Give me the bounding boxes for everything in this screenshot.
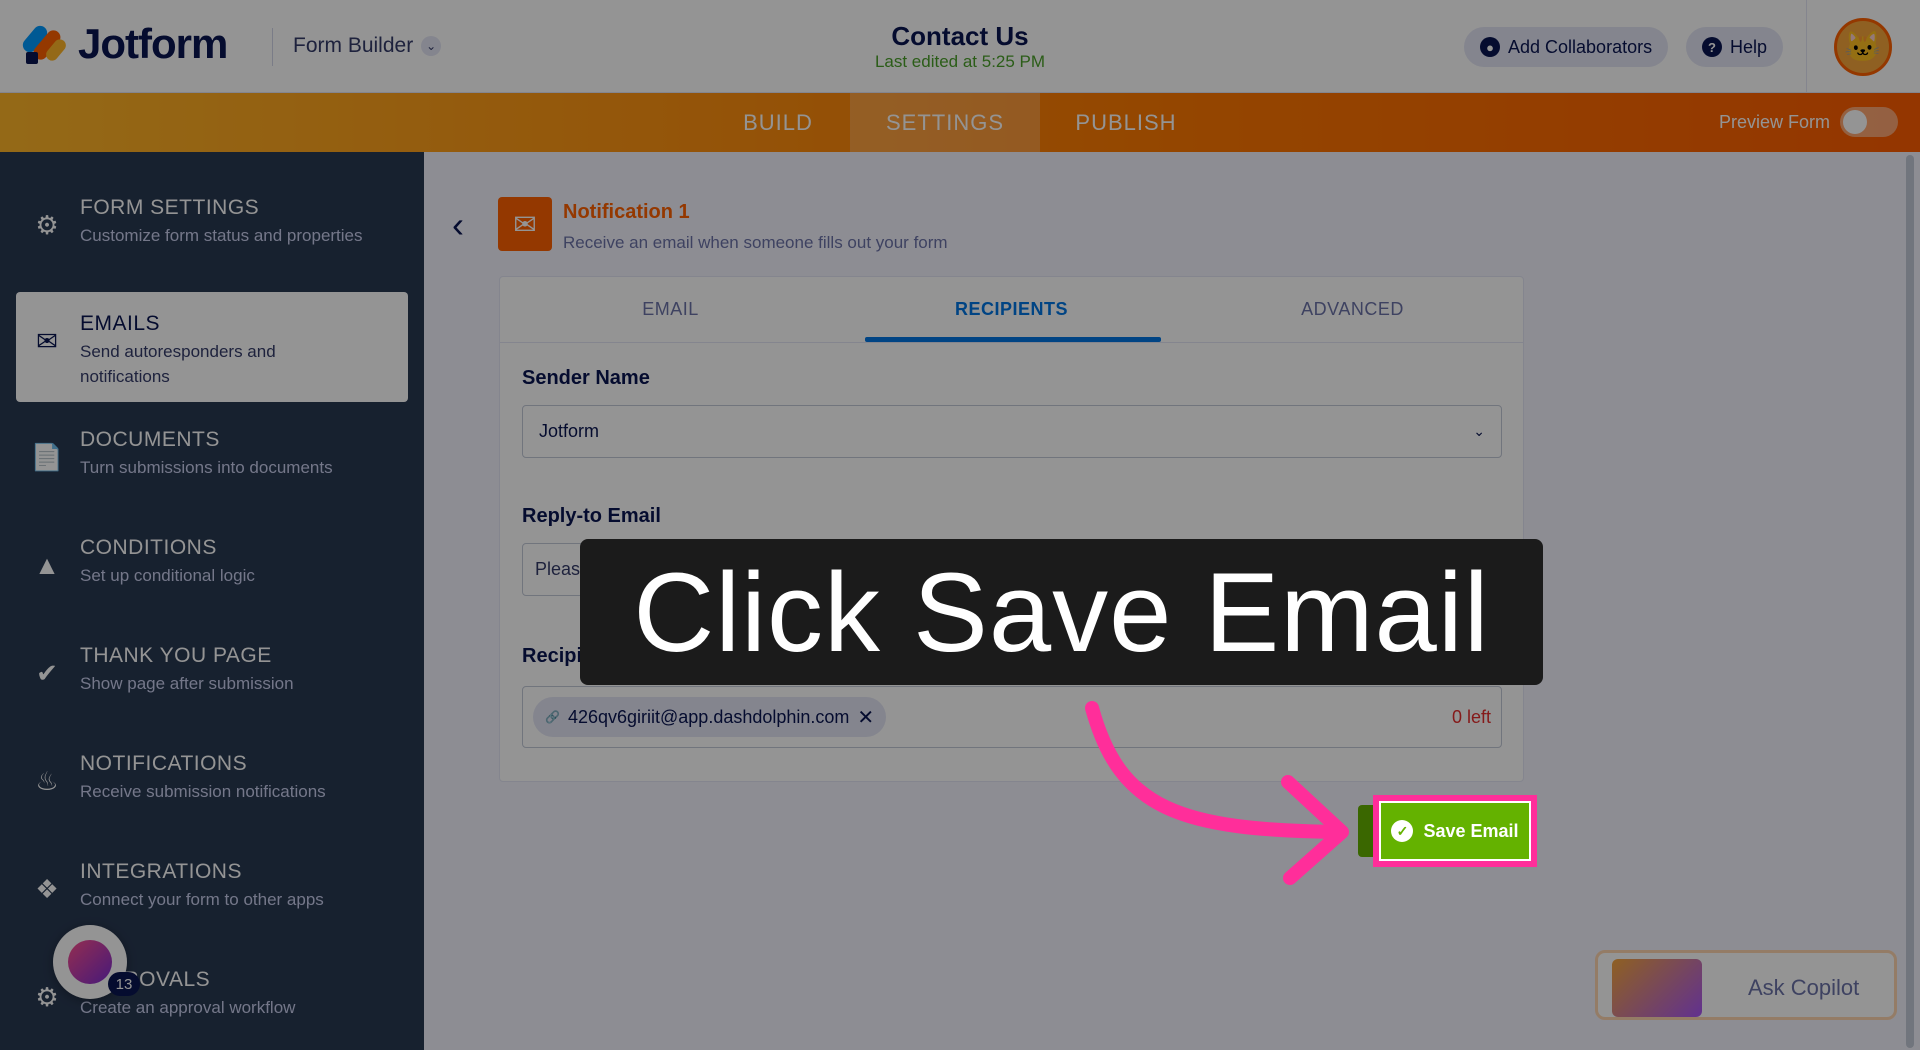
avatar[interactable]: 🐱 bbox=[1834, 18, 1892, 76]
notification-title: Notification 1 bbox=[563, 201, 690, 223]
sidebar-item-notifications[interactable]: ♨ NOTIFICATIONS Receive submission notif… bbox=[16, 732, 408, 842]
sidebar-item-title: FORM SETTINGS bbox=[80, 196, 260, 219]
active-tab-indicator bbox=[865, 337, 1161, 342]
sender-name-label: Sender Name bbox=[522, 367, 650, 389]
notification-envelope-icon: ✉ bbox=[498, 197, 552, 251]
sidebar-item-emails[interactable]: ✉ EMAILS Send autoresponders and notific… bbox=[16, 292, 408, 402]
help-label: Help bbox=[1730, 36, 1768, 57]
sidebar-item-title: DOCUMENTS bbox=[80, 428, 220, 451]
add-collaborators-label: Add Collaborators bbox=[1508, 36, 1653, 57]
hierarchy-icon: ▲ bbox=[34, 549, 60, 580]
agent-notification-badge: 13 bbox=[108, 972, 140, 996]
question-icon: ? bbox=[1702, 37, 1722, 57]
sidebar-item-desc: Turn submissions into documents bbox=[80, 458, 333, 477]
sidebar-item-desc: Create an approval workflow bbox=[80, 998, 296, 1017]
tab-recipients[interactable]: RECIPIENTS bbox=[841, 277, 1182, 342]
ask-copilot-button[interactable]: Ask Copilot bbox=[1595, 950, 1897, 1020]
sidebar-item-desc: Set up conditional logic bbox=[80, 566, 255, 585]
tutorial-arrow-icon bbox=[1085, 701, 1349, 885]
check-circle-icon: ✔ bbox=[36, 657, 58, 688]
sidebar-item-title: INTEGRATIONS bbox=[80, 860, 242, 883]
tab-build[interactable]: BUILD bbox=[706, 93, 850, 152]
bell-icon: ♨ bbox=[35, 765, 59, 796]
sidebar-item-title: EMAILS bbox=[80, 312, 161, 335]
document-icon: 📄 bbox=[30, 441, 64, 472]
preview-form-toggle[interactable]: Preview Form bbox=[1719, 107, 1898, 137]
ask-copilot-label: Ask Copilot bbox=[1748, 975, 1860, 1000]
gear-icon: ⚙ bbox=[35, 209, 59, 240]
puzzle-icon: ❖ bbox=[35, 873, 59, 904]
builder-tabs-bar: BUILD SETTINGS PUBLISH Preview Form bbox=[0, 93, 1920, 152]
recipient-remaining-count: 0 left bbox=[1451, 707, 1491, 727]
sidebar-item-desc: Show page after submission bbox=[80, 674, 294, 693]
check-icon: ✓ bbox=[1391, 820, 1414, 842]
back-arrow-icon[interactable]: ‹ bbox=[452, 204, 464, 246]
sidebar-item-desc: Customize form status and properties bbox=[80, 226, 363, 245]
copilot-cat-image bbox=[1612, 959, 1702, 1017]
page-scrollbar[interactable] bbox=[1906, 155, 1914, 1048]
app-header: Jotform Form Builder ⌄ Contact Us Last e… bbox=[0, 0, 1920, 93]
sender-name-value: Jotform bbox=[539, 421, 600, 441]
sidebar-item-desc: Connect your form to other apps bbox=[80, 890, 324, 909]
tab-email[interactable]: EMAIL bbox=[500, 277, 841, 342]
link-icon: 🔗 bbox=[545, 710, 560, 724]
tabs-divider bbox=[500, 342, 1523, 343]
reply-to-label: Reply-to Email bbox=[522, 505, 661, 527]
tutorial-callout: Click Save Email bbox=[580, 539, 1543, 685]
tab-settings[interactable]: SETTINGS bbox=[850, 93, 1040, 152]
workflow-icon: ⚙ bbox=[35, 981, 59, 1012]
recipient-email-chip: 🔗 426qv6giriit@app.dashdolphin.com ✕ bbox=[533, 697, 887, 737]
tab-advanced[interactable]: ADVANCED bbox=[1182, 277, 1523, 342]
close-icon[interactable]: ✕ bbox=[857, 705, 874, 730]
tab-publish[interactable]: PUBLISH bbox=[1040, 93, 1212, 152]
header-separator bbox=[1806, 0, 1807, 93]
help-button[interactable]: ? Help bbox=[1686, 27, 1784, 67]
envelope-icon: ✉ bbox=[36, 325, 58, 356]
sidebar-item-desc: Send autoresponders and notifications bbox=[80, 342, 276, 386]
toggle-switch[interactable] bbox=[1840, 107, 1898, 137]
sidebar-item-documents[interactable]: 📄 DOCUMENTS Turn submissions into docume… bbox=[16, 408, 408, 518]
sidebar-item-title: NOTIFICATIONS bbox=[80, 752, 248, 775]
recipient-email-value: 426qv6giriit@app.dashdolphin.com bbox=[567, 706, 850, 727]
sidebar-item-title: CONDITIONS bbox=[80, 536, 217, 559]
user-icon: ● bbox=[1480, 37, 1500, 57]
save-email-label: Save Email bbox=[1423, 820, 1519, 841]
notification-description: Receive an email when someone fills out … bbox=[563, 233, 948, 252]
sidebar-item-form-settings[interactable]: ⚙ FORM SETTINGS Customize form status an… bbox=[16, 176, 408, 286]
preview-form-label: Preview Form bbox=[1718, 111, 1830, 132]
sidebar-item-conditions[interactable]: ▲ CONDITIONS Set up conditional logic bbox=[16, 516, 408, 626]
add-collaborators-button[interactable]: ● Add Collaborators bbox=[1464, 27, 1669, 67]
settings-sidebar: ⚙ FORM SETTINGS Customize form status an… bbox=[0, 152, 424, 1050]
sender-name-select[interactable]: Jotform ⌄ bbox=[522, 405, 1502, 458]
sidebar-item-desc: Receive submission notifications bbox=[80, 782, 326, 801]
sidebar-item-thank-you-page[interactable]: ✔ THANK YOU PAGE Show page after submiss… bbox=[16, 624, 408, 734]
save-email-button-highlighted[interactable]: ✓ Save Email bbox=[1379, 801, 1531, 861]
agent-icon bbox=[68, 940, 112, 984]
sidebar-item-title: THANK YOU PAGE bbox=[80, 644, 272, 667]
chevron-down-icon: ⌄ bbox=[1473, 423, 1485, 439]
